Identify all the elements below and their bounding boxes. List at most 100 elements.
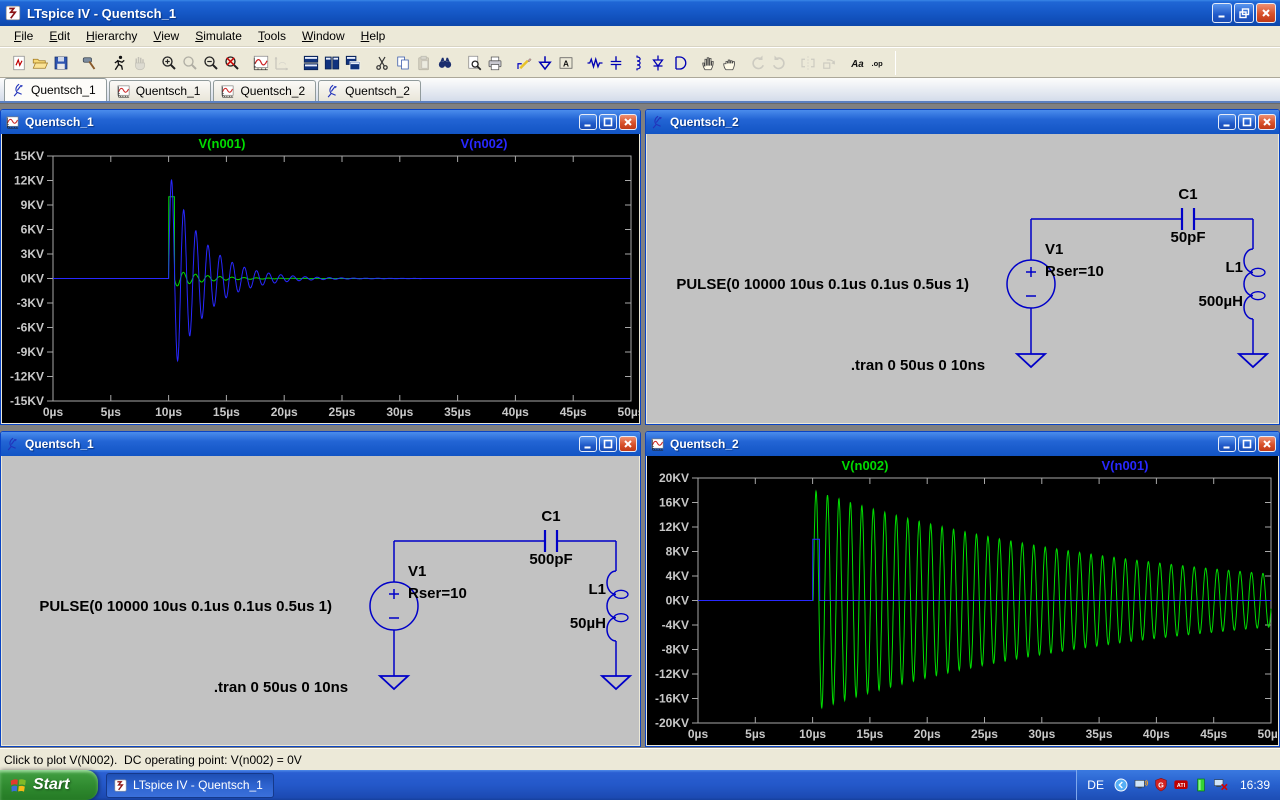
move-button[interactable] (697, 51, 718, 75)
tab-quentsch_2-3[interactable]: Quentsch_2 (318, 80, 421, 101)
inductor-value[interactable]: 500µH (1198, 293, 1243, 310)
place-resistor-button[interactable] (584, 51, 605, 75)
plot-settings-button[interactable] (250, 51, 271, 75)
open-button[interactable] (29, 51, 50, 75)
capacitor-label[interactable]: C1 (1178, 186, 1197, 203)
tile-horizontal-button[interactable] (300, 51, 321, 75)
minimize-button[interactable] (1212, 3, 1232, 23)
pulse-directive-text[interactable]: PULSE(0 10000 10us 0.1us 0.1us 0.5us 1) (676, 276, 969, 293)
collapse-chevron-icon[interactable] (1113, 777, 1129, 793)
find-button[interactable] (434, 51, 455, 75)
tran-directive-text[interactable]: .tran 0 50us 0 10ns (214, 679, 348, 696)
place-label-button[interactable]: A (555, 51, 576, 75)
capacitor-value[interactable]: 500pF (529, 551, 572, 568)
close-button[interactable] (1258, 114, 1276, 130)
place-capacitor-button[interactable] (605, 51, 626, 75)
inductor-label[interactable]: L1 (588, 581, 606, 598)
inductor-symbol[interactable] (607, 571, 616, 641)
restore-button[interactable] (1234, 3, 1254, 23)
tab-quentsch_1-0[interactable]: Quentsch_1 (4, 78, 107, 101)
window-titlebar[interactable]: LTspice IV - Quentsch_1 (0, 0, 1280, 26)
menu-window[interactable]: Window (294, 27, 353, 45)
menu-file[interactable]: File (6, 27, 41, 45)
minimize-button[interactable] (579, 436, 597, 452)
place-component-button[interactable] (668, 51, 689, 75)
waveform-plot-quentsch2[interactable]: V(n002)V(n001)20KV16KV12KV8KV4KV0KV-4KV-… (647, 456, 1278, 745)
menu-simulate[interactable]: Simulate (187, 27, 250, 45)
child-titlebar[interactable]: Quentsch_1 (1, 110, 640, 134)
maximize-button[interactable] (1238, 114, 1256, 130)
capacitor-value[interactable]: 50pF (1170, 229, 1205, 246)
schematic-quentsch2[interactable]: PULSE(0 10000 10us 0.1us 0.1us 0.5us 1) V… (647, 134, 1278, 423)
source-param[interactable]: Rser=10 (408, 585, 467, 602)
spice-directive-button[interactable]: .op (868, 51, 889, 75)
tab-quentsch_1-1[interactable]: Quentsch_1 (109, 80, 212, 101)
child-titlebar[interactable]: Quentsch_1 (1, 432, 640, 456)
place-text-button[interactable]: Aa (847, 51, 868, 75)
ground-symbol[interactable] (602, 676, 630, 689)
control-panel-button[interactable] (79, 51, 100, 75)
child-titlebar[interactable]: Quentsch_2 (646, 432, 1279, 456)
minimize-button[interactable] (1218, 114, 1236, 130)
capacitor-label[interactable]: C1 (541, 508, 560, 525)
menu-edit[interactable]: Edit (41, 27, 78, 45)
legend-V(n001)[interactable]: V(n001) (199, 136, 246, 151)
maximize-button[interactable] (599, 436, 617, 452)
tran-directive-text[interactable]: .tran 0 50us 0 10ns (851, 357, 985, 374)
menu-hierarchy[interactable]: Hierarchy (78, 27, 145, 45)
child-titlebar[interactable]: Quentsch_2 (646, 110, 1279, 134)
place-inductor-button[interactable] (626, 51, 647, 75)
place-diode-button[interactable] (647, 51, 668, 75)
close-button[interactable] (1256, 3, 1276, 23)
maximize-button[interactable] (599, 114, 617, 130)
start-button[interactable]: Start (0, 770, 98, 800)
source-param[interactable]: Rser=10 (1045, 263, 1104, 280)
legend-V(n002)[interactable]: V(n002) (842, 458, 889, 473)
inductor-label[interactable]: L1 (1225, 259, 1243, 276)
copy-button[interactable] (392, 51, 413, 75)
save-button[interactable] (50, 51, 71, 75)
new-schematic-button[interactable] (8, 51, 29, 75)
inductor-value[interactable]: 50µH (570, 615, 606, 632)
zoom-in-button[interactable] (158, 51, 179, 75)
battery-icon[interactable] (1193, 777, 1209, 793)
display-icon[interactable] (1133, 777, 1149, 793)
waveform-plot-quentsch1[interactable]: V(n001)V(n002)15KV12KV9KV6KV3KV0KV-3KV-6… (2, 134, 639, 423)
taskbar-task-ltspice[interactable]: LTspice IV - Quentsch_1 (106, 773, 274, 798)
draw-wire-button[interactable] (513, 51, 534, 75)
network-error-icon[interactable] (1213, 777, 1229, 793)
ground-symbol[interactable] (1017, 354, 1045, 367)
pulse-directive-text[interactable]: PULSE(0 10000 10us 0.1us 0.1us 0.5us 1) (39, 598, 332, 615)
cascade-windows-button[interactable] (342, 51, 363, 75)
inductor-symbol[interactable] (1244, 249, 1253, 319)
tab-quentsch_2-2[interactable]: Quentsch_2 (213, 80, 316, 101)
drag-button[interactable] (718, 51, 739, 75)
close-button[interactable] (619, 114, 637, 130)
menu-tools[interactable]: Tools (250, 27, 294, 45)
language-indicator[interactable]: DE (1087, 778, 1104, 792)
ground-symbol[interactable] (1239, 354, 1267, 367)
ati-icon[interactable]: ATI (1173, 777, 1189, 793)
gdata-shield-icon[interactable]: G (1153, 777, 1169, 793)
menu-view[interactable]: View (145, 27, 187, 45)
close-button[interactable] (1258, 436, 1276, 452)
source-label[interactable]: V1 (1045, 241, 1063, 258)
menu-help[interactable]: Help (353, 27, 394, 45)
minimize-button[interactable] (579, 114, 597, 130)
close-button[interactable] (619, 436, 637, 452)
zoom-out-button[interactable] (200, 51, 221, 75)
schematic-quentsch1[interactable]: PULSE(0 10000 10us 0.1us 0.1us 0.5us 1) V… (2, 456, 639, 745)
source-label[interactable]: V1 (408, 563, 426, 580)
legend-V(n002)[interactable]: V(n002) (461, 136, 508, 151)
run-button[interactable] (108, 51, 129, 75)
zoom-full-extents-button[interactable] (221, 51, 242, 75)
place-ground-button[interactable] (534, 51, 555, 75)
ground-symbol[interactable] (380, 676, 408, 689)
tile-vertical-button[interactable] (321, 51, 342, 75)
print-preview-button[interactable] (463, 51, 484, 75)
cut-button[interactable] (371, 51, 392, 75)
print-button[interactable] (484, 51, 505, 75)
legend-V(n001)[interactable]: V(n001) (1102, 458, 1149, 473)
maximize-button[interactable] (1238, 436, 1256, 452)
minimize-button[interactable] (1218, 436, 1236, 452)
